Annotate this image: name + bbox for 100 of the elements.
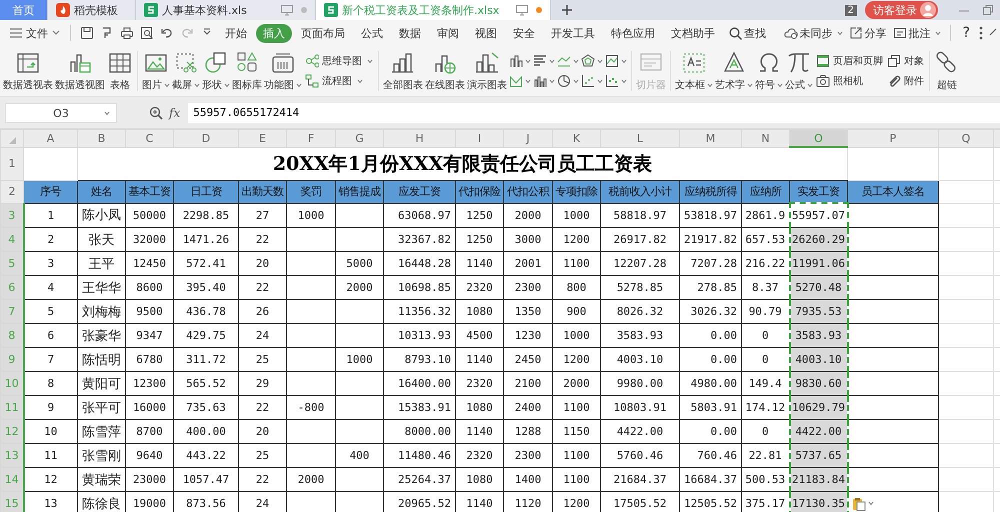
ribbon-button[interactable]: 截屏 bbox=[171, 50, 201, 92]
menu-tab[interactable]: 特色应用 bbox=[604, 24, 662, 42]
formula-field[interactable]: 55957.0655172414 bbox=[188, 103, 1000, 123]
menu-tab[interactable]: 开发工具 bbox=[544, 24, 602, 42]
menu-tab[interactable]: 开始 bbox=[218, 24, 254, 42]
undo-icon[interactable] bbox=[160, 26, 174, 40]
help-button[interactable]: ? bbox=[962, 25, 970, 41]
table-cell: 1350 bbox=[504, 300, 552, 324]
chart-type-button[interactable] bbox=[581, 74, 603, 88]
column-header[interactable]: L bbox=[600, 130, 680, 147]
tab[interactable]: 稻壳模板 bbox=[48, 0, 136, 20]
add-tab-icon[interactable] bbox=[561, 4, 573, 16]
ribbon-button[interactable]: 全部图表 bbox=[382, 50, 424, 92]
column-header[interactable]: G bbox=[336, 130, 384, 147]
function-button[interactable]: fx bbox=[169, 106, 180, 120]
column-header[interactable]: C bbox=[126, 130, 174, 147]
chart-type-button[interactable] bbox=[557, 74, 579, 88]
ribbon-button[interactable]: 表格 bbox=[106, 50, 134, 92]
paste-options-button[interactable] bbox=[852, 496, 874, 511]
more-icon[interactable] bbox=[979, 26, 983, 40]
login-button[interactable]: 访客登录 bbox=[865, 1, 938, 19]
chart-type-button[interactable] bbox=[581, 54, 603, 68]
table-cell: 陈恬明 bbox=[78, 348, 126, 372]
table-cell: 311.72 bbox=[174, 348, 238, 372]
ribbon-button[interactable]: 艺术字 bbox=[714, 50, 754, 92]
print-icon[interactable] bbox=[120, 26, 134, 40]
chart-type-button[interactable] bbox=[605, 74, 627, 88]
column-header[interactable]: H bbox=[384, 130, 456, 147]
tab-label: 人事基本资料.xls bbox=[162, 2, 247, 18]
menu-tab[interactable]: 数据 bbox=[392, 24, 428, 42]
table-cell: 1250 bbox=[456, 203, 504, 228]
ribbon-button[interactable]: 流程图 bbox=[305, 74, 373, 88]
menu-tab[interactable]: 页面布局 bbox=[294, 24, 352, 42]
search-button[interactable]: 查找 bbox=[729, 26, 766, 40]
table-cell: 58818.97 bbox=[600, 203, 680, 228]
count-badge[interactable]: 2 bbox=[844, 4, 857, 16]
ribbon-button[interactable]: 对象 bbox=[887, 54, 924, 68]
column-header[interactable]: I bbox=[456, 130, 504, 147]
row-header[interactable]: 1 bbox=[0, 147, 24, 180]
name-box[interactable]: O3 bbox=[5, 103, 117, 123]
column-header[interactable]: A bbox=[24, 130, 78, 147]
chart-type-button[interactable] bbox=[509, 54, 531, 68]
toolbar-button[interactable]: 批注 bbox=[892, 26, 941, 40]
table-cell: 400.00 bbox=[174, 420, 238, 444]
ribbon-button[interactable]: 思维导图 bbox=[305, 54, 373, 68]
ribbon-button[interactable]: 图片 bbox=[141, 50, 171, 92]
menu-tab[interactable]: 公式 bbox=[354, 24, 390, 42]
mind-map-icon bbox=[305, 54, 319, 68]
ribbon-button[interactable]: 数据透视图 bbox=[54, 50, 106, 92]
menu-tab[interactable]: 文档助手 bbox=[664, 24, 722, 42]
ribbon-button[interactable]: 形状 bbox=[201, 50, 231, 92]
column-header[interactable]: E bbox=[238, 130, 286, 147]
table-cell: 395.40 bbox=[174, 276, 238, 300]
menu-tab[interactable]: 审阅 bbox=[430, 24, 466, 42]
ribbon-button[interactable]: 图标库 bbox=[231, 50, 263, 92]
column-header[interactable]: P bbox=[848, 130, 938, 147]
restore-icon[interactable] bbox=[982, 4, 994, 16]
ribbon-button[interactable]: 符号 bbox=[754, 50, 784, 92]
ribbon-button[interactable]: 附件 bbox=[887, 74, 924, 88]
table-cell: 1140 bbox=[456, 348, 504, 372]
column-header[interactable]: Q bbox=[938, 130, 994, 147]
print-preview-icon[interactable] bbox=[140, 26, 154, 40]
table-cell: 张豪华 bbox=[78, 324, 126, 348]
ribbon-button[interactable]: 公式 bbox=[784, 50, 814, 92]
column-header[interactable]: D bbox=[174, 130, 238, 147]
toolbar-button[interactable]: 未同步 bbox=[784, 26, 843, 40]
zoom-icon[interactable] bbox=[149, 106, 163, 120]
column-heading: 姓名 bbox=[78, 180, 126, 203]
ribbon-button[interactable]: 照相机 bbox=[816, 74, 883, 88]
column-header[interactable]: B bbox=[78, 130, 126, 147]
column-header[interactable]: N bbox=[742, 130, 790, 147]
ribbon-button[interactable]: 文本框 bbox=[674, 50, 714, 92]
table-cell: 0.00 bbox=[680, 324, 742, 348]
ribbon-button[interactable]: 页眉和页脚 bbox=[816, 54, 883, 68]
ribbon-button[interactable]: 演示图表 bbox=[466, 50, 508, 92]
table-cell: 1100 bbox=[552, 252, 600, 276]
table-cell: 16400.00 bbox=[384, 372, 456, 396]
column-header[interactable]: M bbox=[680, 130, 742, 147]
tab[interactable]: 人事基本资料.xls bbox=[136, 0, 316, 20]
ribbon-button[interactable]: 数据透视表 bbox=[2, 50, 54, 92]
save-icon[interactable] bbox=[80, 26, 94, 40]
ribbon-button[interactable]: 功能图 bbox=[263, 50, 303, 92]
table-cell: 1000 bbox=[552, 324, 600, 348]
chart-type-button[interactable] bbox=[605, 54, 627, 68]
column-header[interactable]: J bbox=[504, 130, 552, 147]
table-cell: 1140 bbox=[456, 420, 504, 444]
menu-tab[interactable]: 安全 bbox=[506, 24, 542, 42]
chart-type-button[interactable] bbox=[533, 54, 555, 68]
column-header[interactable]: F bbox=[286, 130, 336, 147]
column-heading: 应发工资 bbox=[384, 180, 456, 203]
column-heading: 实发工资 bbox=[790, 180, 848, 203]
row-header[interactable]: 2 bbox=[0, 180, 24, 203]
chart-type-button[interactable] bbox=[533, 74, 555, 88]
toolbar-button[interactable]: 分享 bbox=[848, 26, 887, 40]
menu-tab[interactable]: 视图 bbox=[468, 24, 504, 42]
table-cell: 8600 bbox=[126, 276, 174, 300]
file-menu[interactable]: 文件 bbox=[6, 26, 64, 40]
ribbon-button[interactable]: 在线图表 bbox=[424, 50, 466, 92]
ribbon-button[interactable]: 超链 bbox=[933, 50, 961, 92]
column-header[interactable]: K bbox=[552, 130, 600, 147]
